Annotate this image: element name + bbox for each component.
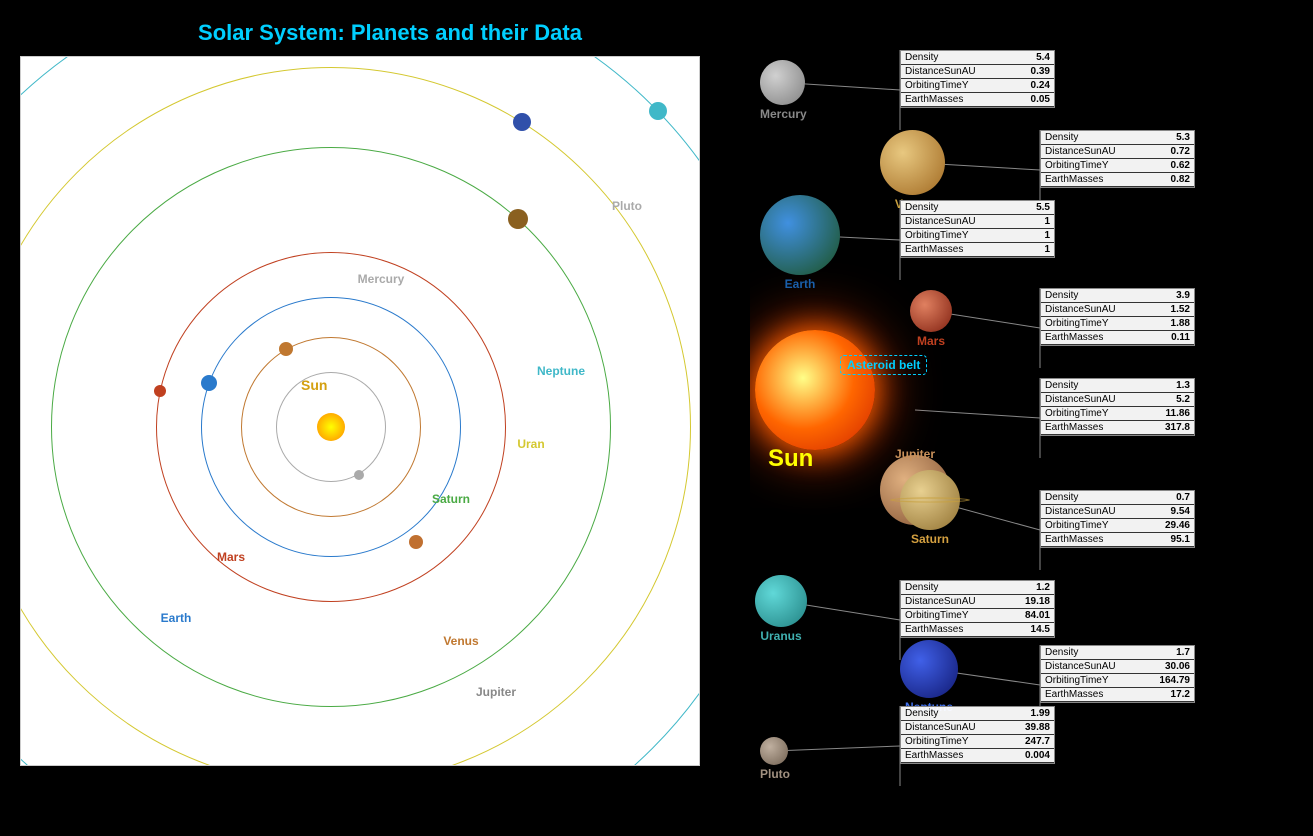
data-row-Jupiter-OrbitingTimeY: OrbitingTimeY11.86: [1041, 407, 1194, 421]
planet-name-Uranus: Uranus: [755, 629, 807, 643]
data-row-Neptune-EarthMasses: EarthMasses17.2: [1041, 688, 1194, 702]
data-row-Neptune-OrbitingTimeY: OrbitingTimeY164.79: [1041, 674, 1194, 688]
planet-image-Neptune: [900, 640, 958, 698]
sun-label-right: Sun: [768, 445, 813, 473]
data-row-Uranus-OrbitingTimeY: OrbitingTimeY84.01: [901, 609, 1054, 623]
planet-data-Earth: Density5.5DistanceSunAU1OrbitingTimeY1Ea…: [900, 200, 1055, 258]
planet-name-Pluto: Pluto: [760, 767, 788, 781]
planet-data-Saturn: Density0.7DistanceSunAU9.54OrbitingTimeY…: [1040, 490, 1195, 548]
solar-diagram: SunMercuryVenusEarthMarsSaturnUranNeptun…: [20, 56, 700, 766]
data-row-Saturn-DistanceSunAU: DistanceSunAU9.54: [1041, 505, 1194, 519]
data-row-Saturn-Density: Density0.7: [1041, 491, 1194, 505]
data-row-Saturn-EarthMasses: EarthMasses95.1: [1041, 533, 1194, 547]
planet-label-Pluto: Pluto: [612, 199, 642, 213]
planet-image-Mercury: [760, 60, 805, 105]
planet-name-Jupiter: Jupiter: [880, 447, 950, 461]
data-row-Neptune-Density: Density1.7: [1041, 646, 1194, 660]
data-row-Pluto-OrbitingTimeY: OrbitingTimeY247.7: [901, 735, 1054, 749]
data-row-Jupiter-EarthMasses: EarthMasses317.8: [1041, 421, 1194, 435]
data-row-Uranus-EarthMasses: EarthMasses14.5: [901, 623, 1054, 637]
data-row-Earth-DistanceSunAU: DistanceSunAU1: [901, 215, 1054, 229]
planet-data-Uranus: Density1.2DistanceSunAU19.18OrbitingTime…: [900, 580, 1055, 638]
planet-data-Venus: Density5.3DistanceSunAU0.72OrbitingTimeY…: [1040, 130, 1195, 188]
planet-image-Pluto: [760, 737, 788, 765]
planet-data-Pluto: Density1.99DistanceSunAU39.88OrbitingTim…: [900, 706, 1055, 764]
planet-label-Jupiter-diagram: Jupiter: [476, 685, 516, 699]
data-row-Uranus-Density: Density1.2: [901, 581, 1054, 595]
planet-name-Saturn: Saturn: [900, 532, 960, 546]
data-row-Mars-Density: Density3.9: [1041, 289, 1194, 303]
data-row-Mercury-DistanceSunAU: DistanceSunAU0.39: [901, 65, 1054, 79]
data-row-Mars-EarthMasses: EarthMasses0.11: [1041, 331, 1194, 345]
planet-data-Neptune: Density1.7DistanceSunAU30.06OrbitingTime…: [1040, 645, 1195, 703]
planet-image-Mars: [910, 290, 952, 332]
main-container: Solar System: Planets and their Data Sun…: [0, 0, 1313, 836]
planet-data-Mars: Density3.9DistanceSunAU1.52OrbitingTimeY…: [1040, 288, 1195, 346]
orbit-Pluto_orbit: [20, 56, 700, 766]
data-row-Earth-EarthMasses: EarthMasses1: [901, 243, 1054, 257]
planet-name-Mars: Mars: [910, 334, 952, 348]
data-row-Mars-DistanceSunAU: DistanceSunAU1.52: [1041, 303, 1194, 317]
data-row-Earth-OrbitingTimeY: OrbitingTimeY1: [901, 229, 1054, 243]
data-row-Venus-EarthMasses: EarthMasses0.82: [1041, 173, 1194, 187]
data-row-Pluto-EarthMasses: EarthMasses0.004: [901, 749, 1054, 763]
planet-dot-Jupiter: [409, 535, 423, 549]
data-row-Neptune-DistanceSunAU: DistanceSunAU30.06: [1041, 660, 1194, 674]
planet-image-Venus: [880, 130, 945, 195]
data-row-Venus-OrbitingTimeY: OrbitingTimeY0.62: [1041, 159, 1194, 173]
data-row-Mars-OrbitingTimeY: OrbitingTimeY1.88: [1041, 317, 1194, 331]
data-row-Mercury-OrbitingTimeY: OrbitingTimeY0.24: [901, 79, 1054, 93]
saturn-ring: [890, 497, 970, 502]
planet-name-Earth: Earth: [760, 277, 840, 291]
asteroid-belt-label: Asteroid belt: [840, 355, 927, 375]
data-row-Venus-DistanceSunAU: DistanceSunAU0.72: [1041, 145, 1194, 159]
data-row-Pluto-DistanceSunAU: DistanceSunAU39.88: [901, 721, 1054, 735]
planet-data-Jupiter: Density1.3DistanceSunAU5.2OrbitingTimeY1…: [1040, 378, 1195, 436]
data-row-Jupiter-DistanceSunAU: DistanceSunAU5.2: [1041, 393, 1194, 407]
data-row-Venus-Density: Density5.3: [1041, 131, 1194, 145]
planet-data-Mercury: Density5.4DistanceSunAU0.39OrbitingTimeY…: [900, 50, 1055, 108]
left-panel: Solar System: Planets and their Data Sun…: [0, 0, 750, 836]
planet-image-Earth: [760, 195, 840, 275]
data-row-Jupiter-Density: Density1.3: [1041, 379, 1194, 393]
planet-name-Mercury: Mercury: [760, 107, 805, 121]
data-row-Mercury-EarthMasses: EarthMasses0.05: [901, 93, 1054, 107]
diagram-title: Solar System: Planets and their Data: [50, 20, 730, 46]
planet-image-Uranus: [755, 575, 807, 627]
data-row-Saturn-OrbitingTimeY: OrbitingTimeY29.46: [1041, 519, 1194, 533]
right-panel: Sun Asteroid beltMercuryDensity5.4Distan…: [750, 0, 1313, 836]
data-row-Uranus-DistanceSunAU: DistanceSunAU19.18: [901, 595, 1054, 609]
sun-visual-right: Sun: [750, 290, 880, 490]
data-row-Earth-Density: Density5.5: [901, 201, 1054, 215]
data-row-Mercury-Density: Density5.4: [901, 51, 1054, 65]
data-row-Pluto-Density: Density1.99: [901, 707, 1054, 721]
